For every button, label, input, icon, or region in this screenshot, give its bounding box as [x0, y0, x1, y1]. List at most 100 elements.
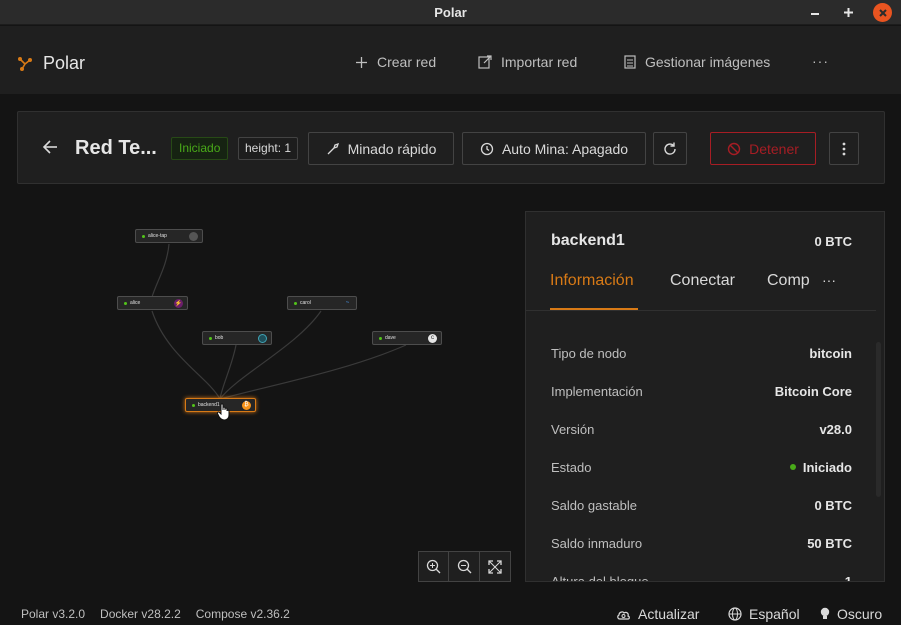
info-value: 50 BTC — [807, 535, 852, 551]
window-title: Polar — [434, 5, 467, 20]
document-icon — [624, 55, 636, 69]
arrow-left-icon — [42, 140, 57, 154]
sidebar-scrollbar[interactable] — [876, 342, 881, 497]
import-network-label: Importar red — [501, 54, 578, 70]
info-row: Saldo gastable 0 BTC — [551, 486, 852, 524]
network-toolbar: Red Te... Iniciado height: 1 Minado rápi… — [17, 111, 885, 184]
close-button[interactable] — [873, 3, 892, 22]
theme-label: Oscuro — [837, 606, 883, 622]
node-status-dot — [142, 234, 145, 238]
stop-button[interactable]: Detener — [710, 132, 816, 165]
sidebar-tabs: Información Conectar Comp ··· — [526, 264, 876, 311]
tabs-more-button[interactable]: ··· — [822, 272, 836, 288]
polar-logo-icon — [18, 56, 32, 71]
sidebar-balance: 0 BTC — [814, 234, 852, 249]
more-options-button[interactable] — [829, 132, 859, 165]
zoom-in-icon — [427, 559, 441, 574]
manage-images-link[interactable]: Gestionar imágenes — [624, 54, 770, 70]
brand[interactable]: Polar — [17, 53, 85, 74]
update-label: Actualizar — [638, 606, 700, 622]
info-label: Altura del bloque — [551, 573, 649, 582]
compose-version: Compose v2.36.2 — [195, 607, 290, 621]
fit-view-button[interactable] — [480, 552, 510, 581]
info-value: 1 — [844, 573, 852, 582]
info-row: Versión v28.0 — [551, 410, 852, 448]
tab-connect[interactable]: Conectar — [670, 272, 735, 290]
tab-info[interactable]: Información — [550, 272, 634, 290]
info-row: Saldo inmaduro 50 BTC — [551, 524, 852, 562]
canvas-node[interactable]: alice-tap — [135, 229, 203, 243]
manage-images-label: Gestionar imágenes — [645, 54, 771, 70]
zoom-out-button[interactable] — [449, 552, 480, 581]
info-row: Tipo de nodo bitcoin — [551, 334, 852, 372]
more-vertical-icon — [842, 142, 846, 155]
create-network-link[interactable]: Crear red — [355, 54, 436, 70]
cloud-sync-icon — [617, 610, 630, 620]
os-titlebar: Polar — [0, 0, 901, 25]
info-row: Altura del bloque 1 — [551, 562, 852, 582]
expand-icon — [488, 559, 502, 574]
network-title: Red Te... — [75, 137, 157, 159]
minimize-button[interactable] — [805, 3, 824, 22]
auto-mine-button[interactable]: Auto Mina: Apagado — [462, 132, 646, 165]
active-tab-indicator — [550, 308, 638, 310]
node-label: alice-tap — [148, 233, 167, 239]
import-network-link[interactable]: Importar red — [478, 54, 577, 70]
header-more-button[interactable]: ··· — [812, 53, 829, 69]
maximize-button[interactable] — [839, 3, 858, 22]
info-value: bitcoin — [809, 345, 852, 361]
status-value: Iniciado — [789, 460, 852, 475]
lnd-icon — [258, 333, 267, 343]
canvas-node[interactable]: dave c — [372, 331, 442, 345]
tool-icon — [327, 142, 339, 154]
close-icon — [878, 8, 887, 17]
update-button[interactable]: Actualizar — [616, 606, 699, 622]
canvas-node[interactable]: carol ~ — [287, 296, 357, 310]
zoom-in-button[interactable] — [419, 552, 450, 581]
canvas-node[interactable]: bob — [202, 331, 272, 345]
node-status-dot — [209, 336, 212, 340]
height-badge: height: 1 — [238, 137, 299, 160]
node-label: bob — [215, 335, 224, 341]
refresh-button[interactable] — [653, 132, 687, 165]
language-selector[interactable]: Español — [728, 606, 800, 622]
bitcoin-icon: ₿ — [242, 400, 251, 410]
node-status-dot — [294, 301, 297, 305]
hand-cursor-icon — [216, 403, 230, 421]
tab-comp[interactable]: Comp — [767, 272, 812, 290]
node-links — [151, 243, 407, 400]
info-label: Saldo gastable — [551, 497, 638, 513]
quick-mine-label: Minado rápido — [347, 140, 437, 157]
node-status-dot — [192, 403, 195, 407]
stop-label: Detener — [749, 140, 799, 157]
back-button[interactable] — [42, 139, 58, 160]
brand-name: Polar — [43, 53, 86, 73]
plus-icon — [844, 8, 853, 17]
minimize-icon — [810, 12, 819, 15]
zoom-out-icon — [457, 559, 471, 574]
canvas-node[interactable]: alice ⚡ — [117, 296, 188, 310]
info-label: Tipo de nodo — [551, 345, 627, 361]
docker-version: Docker v28.2.2 — [100, 607, 181, 621]
zoom-controls — [418, 551, 511, 582]
info-label: Implementación — [551, 383, 643, 399]
status-footer: Polar v3.2.0 Docker v28.2.2 Compose v2.3… — [0, 603, 901, 625]
stop-icon — [727, 142, 741, 155]
plus-icon — [356, 56, 367, 68]
version-info: Polar v3.2.0 Docker v28.2.2 Compose v2.3… — [21, 607, 290, 621]
clock-icon — [480, 142, 494, 155]
theme-toggle[interactable]: Oscuro — [820, 606, 882, 622]
node-label: carol — [300, 300, 311, 306]
node-label: alice — [130, 300, 141, 306]
eclair-icon: ~ — [345, 300, 350, 306]
import-icon — [478, 55, 492, 69]
language-label: Español — [749, 606, 800, 622]
quick-mine-button[interactable]: Minado rápido — [308, 132, 454, 165]
lightning-icon: ⚡ — [174, 298, 183, 308]
auto-mine-label: Auto Mina: Apagado — [501, 140, 629, 157]
bulb-icon — [820, 607, 830, 619]
status-badge: Iniciado — [171, 137, 229, 160]
create-network-label: Crear red — [377, 54, 437, 70]
network-canvas[interactable]: alice-tap alice ⚡ carol ~ bob dave c bac… — [17, 196, 523, 591]
node-label: dave — [385, 335, 396, 341]
